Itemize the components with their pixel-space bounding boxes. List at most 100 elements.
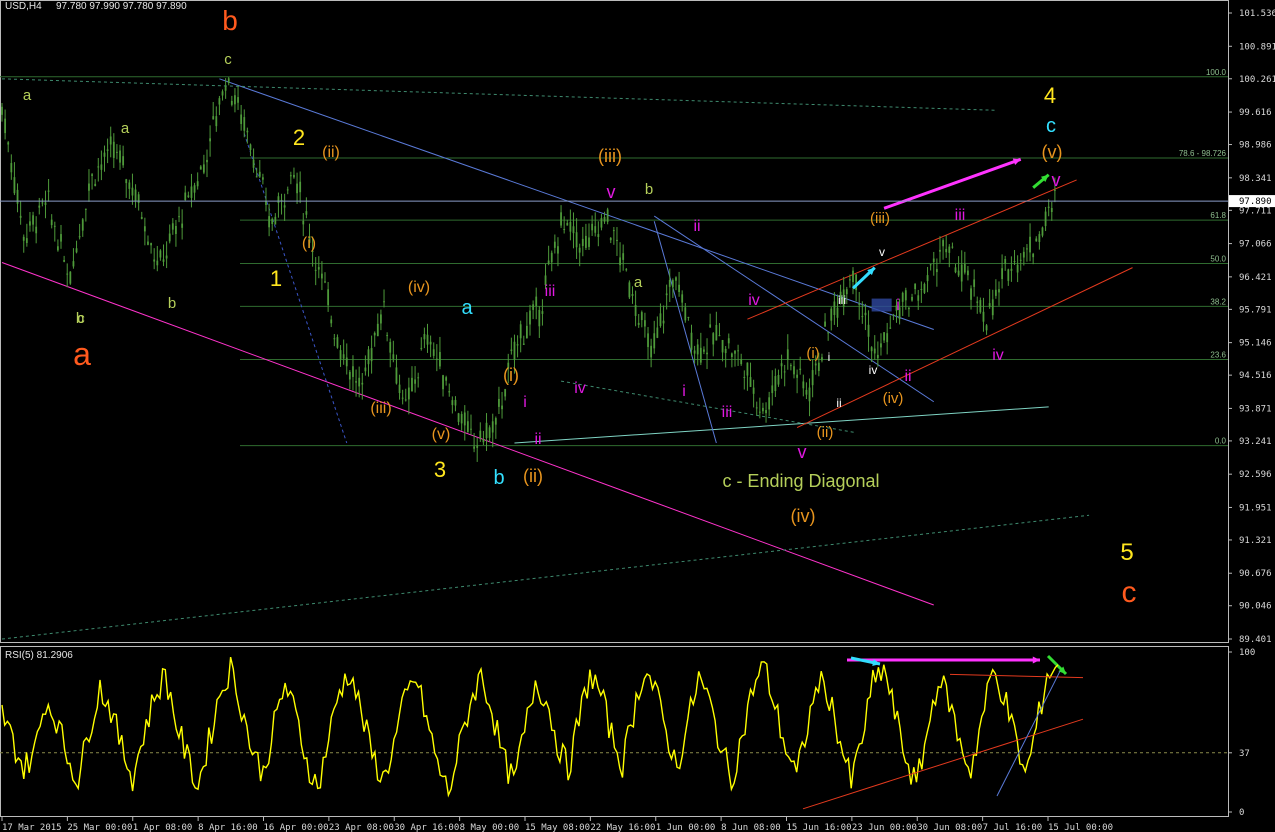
candle-body [867, 324, 870, 337]
candle-body [703, 349, 705, 352]
candle-body [628, 282, 631, 298]
candle-body [25, 238, 28, 244]
wave-label: (ii) [817, 424, 834, 441]
wave-label: b [645, 181, 653, 198]
candle-body [134, 189, 137, 202]
candle-body [112, 141, 115, 158]
candle-body [821, 357, 823, 361]
time-tick-label: 23 Apr 08:00 [329, 823, 394, 832]
candle-body [640, 312, 643, 321]
candle-body [932, 258, 935, 262]
candle-body [143, 226, 146, 232]
candle-body [488, 427, 491, 438]
candle-body [864, 312, 867, 316]
wave-label: (ii) [523, 466, 543, 486]
candle-body [168, 233, 171, 242]
wave-label: a [23, 87, 32, 104]
candle-body [165, 255, 168, 259]
wave-label: iii [722, 404, 733, 421]
price-tick-label: 99.616 [1239, 108, 1272, 118]
wave-label: (i) [503, 365, 519, 385]
wave-label: a [461, 297, 473, 319]
wave-label: 2 [293, 125, 305, 150]
candle-body [265, 201, 267, 205]
candle-body [78, 236, 81, 238]
candle-body [1029, 236, 1031, 253]
candle-body [665, 293, 668, 296]
time-tick-label: 17 Mar 2015 [2, 823, 62, 832]
candle-body [268, 216, 271, 228]
candle-body [600, 218, 603, 228]
wave-label: (iv) [883, 390, 904, 407]
candle-body [696, 344, 699, 355]
candle-body [755, 407, 758, 409]
wave-label: i [523, 394, 527, 411]
candle-body [852, 270, 854, 282]
candle-body [16, 189, 19, 204]
wave-label: ii [693, 218, 700, 235]
candle-body [501, 405, 503, 410]
candle-body [768, 397, 771, 410]
candle-body [783, 371, 786, 373]
wave-label: iv [869, 363, 878, 377]
candle-body [786, 349, 789, 360]
wave-label: (i) [806, 345, 819, 362]
candle-body [417, 377, 420, 379]
candle-body [429, 341, 432, 345]
candle-body [339, 350, 342, 360]
candle-body [1022, 251, 1025, 258]
candle-body [1047, 206, 1050, 208]
candle-body [799, 368, 802, 371]
candle-body [38, 205, 41, 208]
candle-body [541, 311, 544, 314]
candle-body [243, 117, 246, 131]
candle-body [237, 97, 239, 103]
candle-body [50, 219, 53, 226]
candle-body [845, 289, 848, 295]
fib-label: 50.0 [1210, 255, 1226, 264]
candle-body [901, 292, 904, 302]
candle-body [886, 333, 889, 343]
candle-body [1026, 248, 1028, 250]
wave-label: i [828, 350, 831, 364]
candle-body [131, 187, 134, 196]
candle-body [550, 252, 553, 263]
candle-body [699, 347, 702, 363]
candle-body [286, 189, 289, 191]
candle-body [476, 445, 479, 448]
candle-body [513, 341, 516, 360]
candle-body [609, 237, 612, 241]
candle-body [352, 366, 354, 377]
candle-body [976, 301, 979, 303]
candle-body [494, 418, 497, 425]
candle-body [914, 283, 917, 290]
candle-body [414, 379, 416, 384]
candle-body [289, 175, 292, 177]
candle-body [678, 284, 680, 293]
candle-body [693, 350, 696, 354]
candle-body [597, 234, 600, 238]
candle-body [1, 106, 3, 115]
candle-body [150, 243, 152, 246]
candle-body [498, 398, 500, 407]
candle-body [765, 410, 767, 414]
candle-body [1004, 258, 1007, 264]
candle-body [668, 279, 671, 287]
candle-body [321, 273, 323, 279]
candle-body [10, 163, 13, 173]
candle-body [29, 221, 31, 226]
candle-body [581, 238, 584, 246]
wave-label: (iii) [370, 400, 391, 417]
candle-body [227, 78, 230, 84]
candle-body [771, 385, 774, 394]
candle-body [603, 217, 606, 222]
wave-label: 5 [1120, 539, 1133, 566]
candle-body [926, 275, 929, 282]
candle-body [128, 182, 131, 189]
candle-body [159, 250, 162, 258]
candle-body [656, 327, 659, 338]
candle-body [333, 338, 336, 340]
candle-body [793, 366, 795, 375]
candle-body [588, 237, 590, 247]
fib-label: 23.6 [1210, 350, 1226, 359]
